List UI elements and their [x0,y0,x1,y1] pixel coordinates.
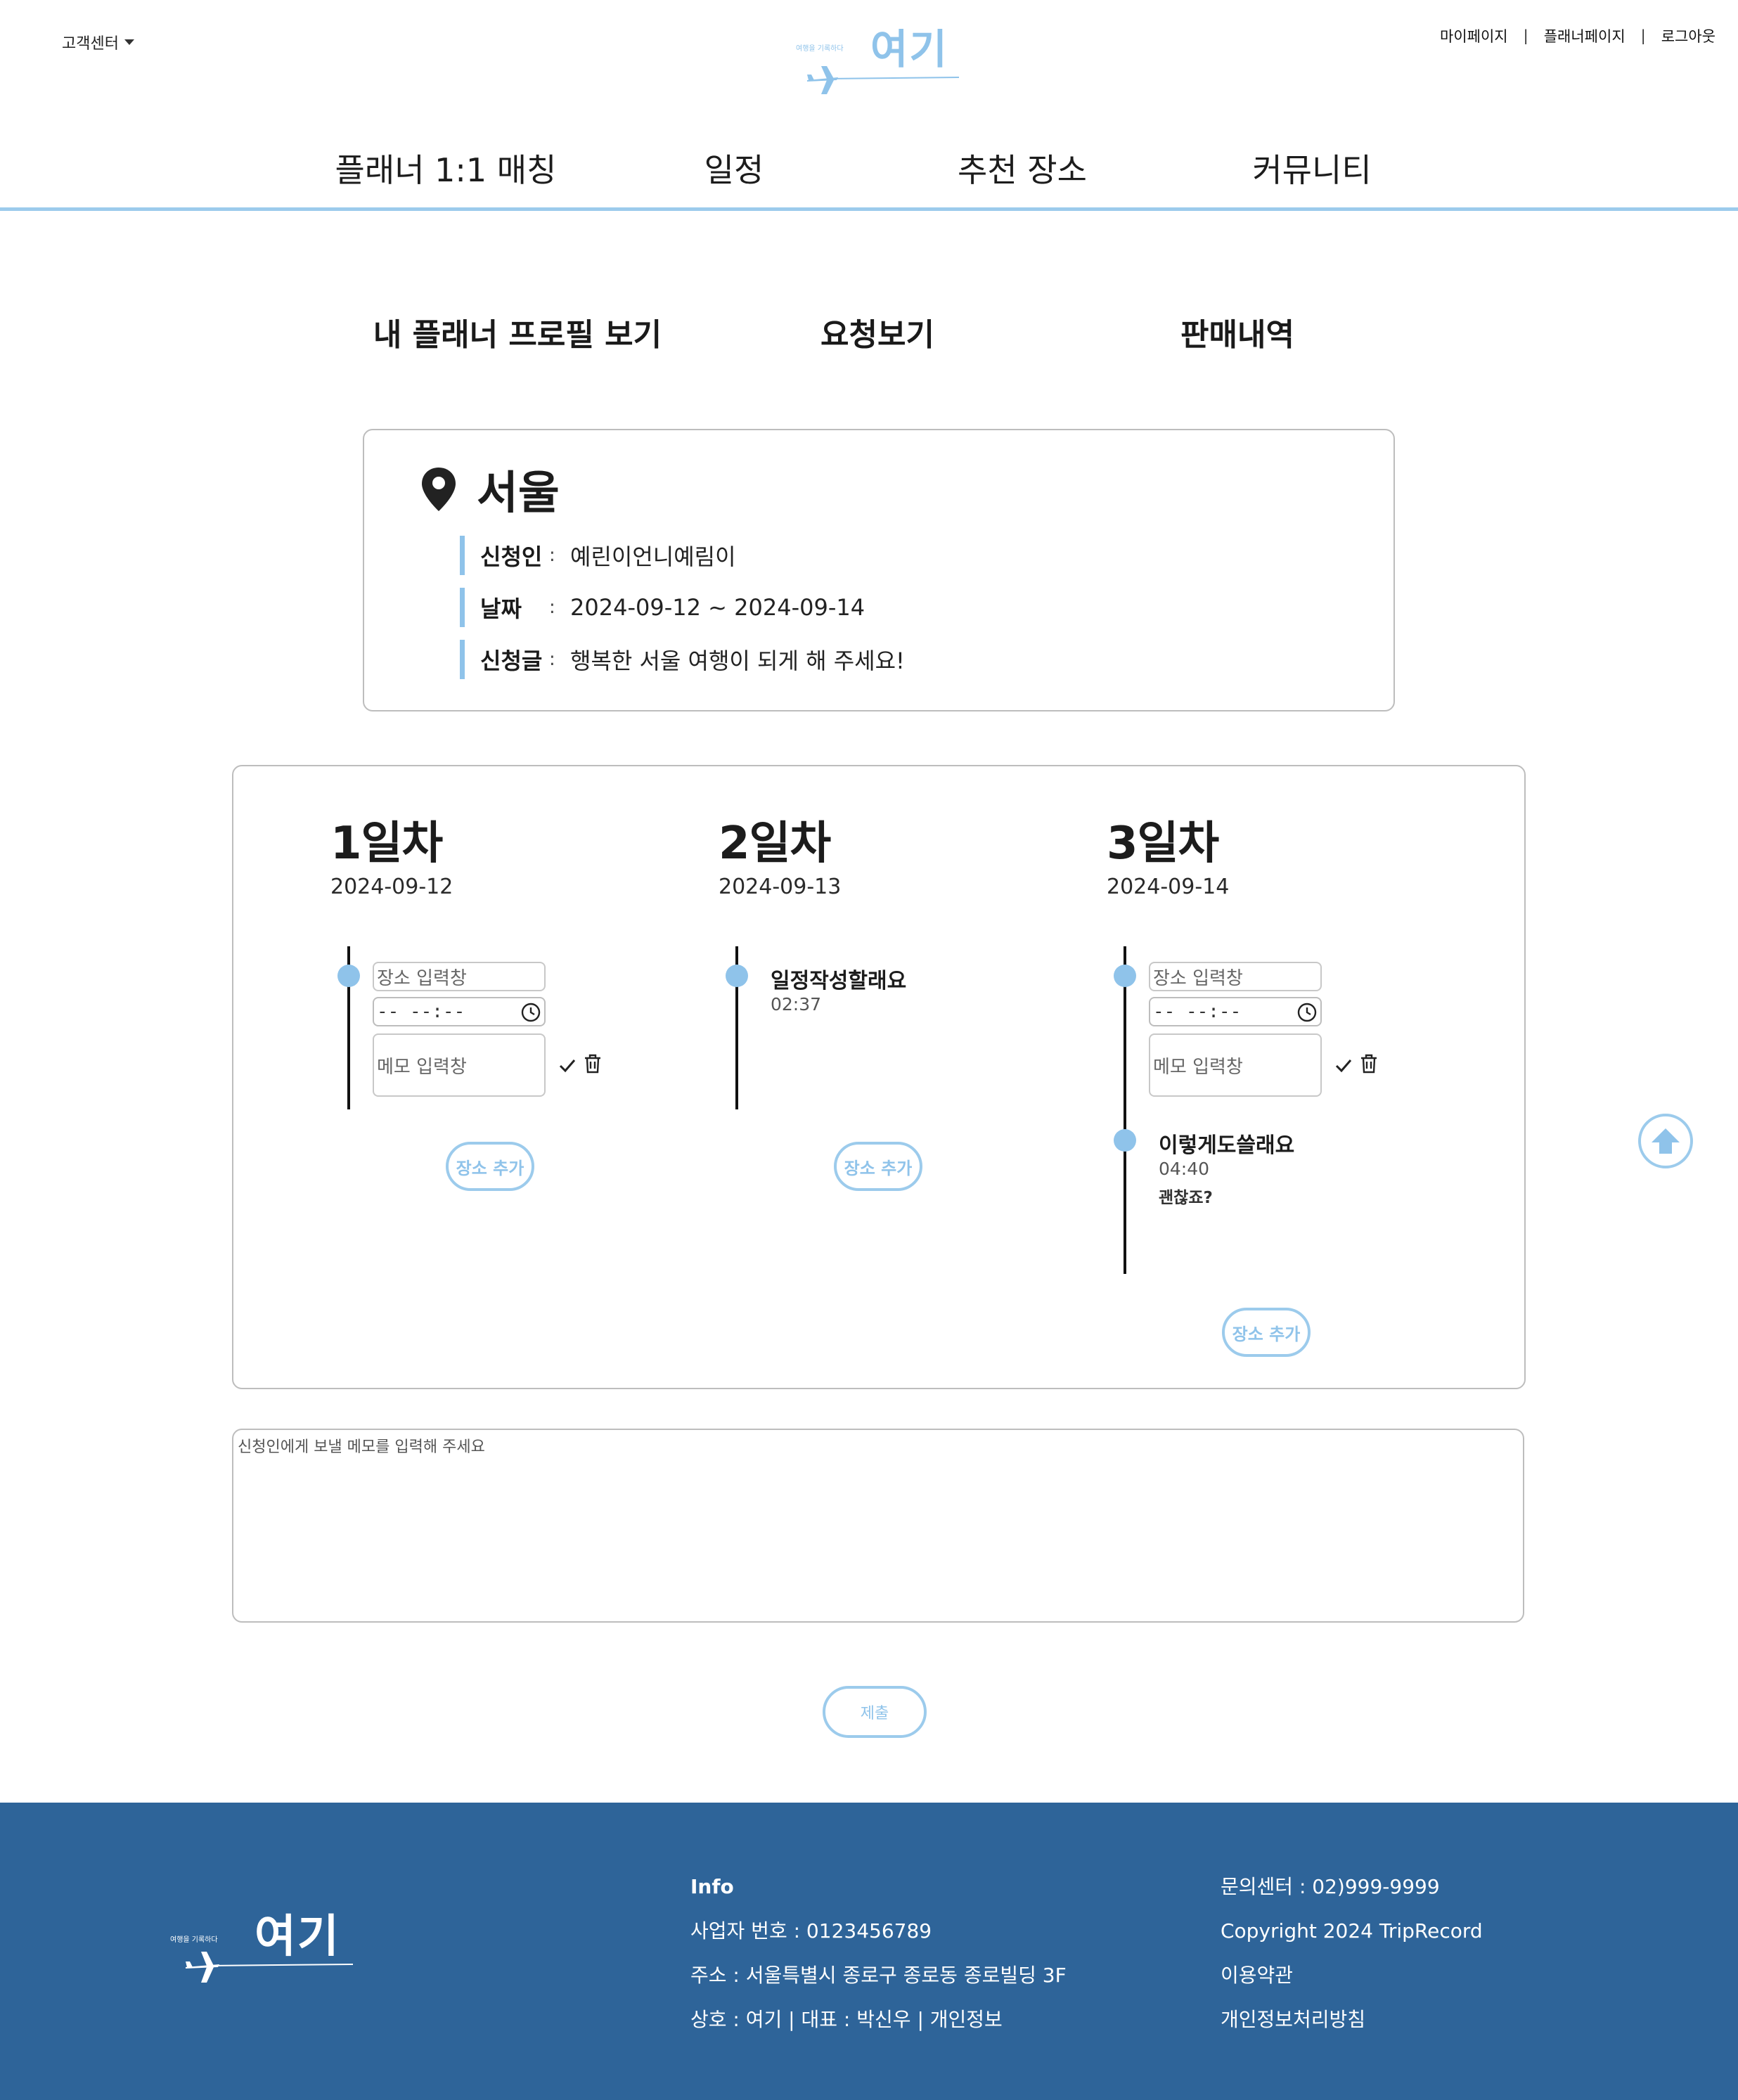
nav-planner-matching[interactable]: 플래너 1:1 매칭 [335,145,557,191]
day-date: 2024-09-12 [330,875,453,899]
timeline-dot [1114,965,1136,987]
arrow-up-icon [1652,1128,1680,1154]
logo-tagline: 여행을 기록하다 [796,44,844,53]
trash-icon[interactable] [1358,1053,1379,1074]
caret-down-icon [124,39,134,45]
request-title: 서울 [420,457,560,522]
subnav-my-planner-profile[interactable]: 내 플래너 프로필 보기 [373,309,662,354]
mypage-link[interactable]: 마이페이지 [1440,25,1508,46]
logo-text: 여기 [870,25,948,73]
nav-schedule[interactable]: 일정 [704,145,764,191]
time-input[interactable]: -- --:-- [373,997,546,1026]
memo-to-applicant-textarea[interactable] [232,1429,1524,1623]
timeline-dot [1114,1129,1136,1152]
request-row-applicant: 신청인 : 예린이언니예림이 [460,536,905,575]
subnav-view-requests[interactable]: 요청보기 [820,309,934,354]
entry-time: 04:40 [1159,1159,1210,1179]
footer-terms-link[interactable]: 이용약관 [1221,1961,1483,2006]
site-logo[interactable]: 여행을 기록하다 여기 [793,24,962,101]
applicant-value: 예린이언니예림이 [570,543,736,570]
footer: 여행을 기록하다 여기 Info 사업자 번호 : 0123456789 주소 … [0,1803,1738,2100]
add-place-button[interactable]: 장소 추가 [1222,1308,1311,1357]
logout-link[interactable]: 로그아웃 [1661,25,1716,46]
footer-logo-text: 여기 [255,1911,340,1963]
time-placeholder: -- --:-- [377,1001,465,1022]
time-placeholder: -- --:-- [1153,1001,1242,1022]
place-input[interactable]: 장소 입력창 [373,962,546,991]
planner-page-link[interactable]: 플래너페이지 [1544,25,1626,46]
submit-button[interactable]: 제출 [823,1686,927,1738]
day-column-3: 3일차 2024-09-14 장소 입력창 -- --:-- 메모 입력창 이렇… [1107,807,1430,1357]
footer-logo: 여행을 기록하다 여기 [169,1900,359,1991]
check-icon[interactable] [557,1055,578,1076]
main-navigation: 플래너 1:1 매칭 일정 추천 장소 커뮤니티 [0,138,1738,211]
message-label: 신청글 [480,648,543,674]
timeline-dot [726,965,748,987]
customer-center-dropdown[interactable]: 고객센터 [62,31,134,53]
day-column-2: 2일차 2024-09-13 일정작성할래요 02:37 장소 추가 [719,807,1042,1191]
location-pin-icon [422,468,456,511]
entry-title: 일정작성할래요 [771,969,907,993]
request-city: 서울 [477,468,560,520]
nav-recommended-places[interactable]: 추천 장소 [958,145,1087,191]
footer-company: 상호 : 여기 | 대표 : 박신우 | 개인정보 [690,2008,1003,2031]
footer-business-number: 사업자 번호 : 0123456789 [690,1919,932,1943]
day-title: 2일차 [719,818,831,870]
date-value: 2024-09-12 ~ 2024-09-14 [570,594,865,621]
day-title: 3일차 [1107,818,1219,870]
customer-center-label: 고객센터 [62,35,119,53]
airplane-icon: 여행을 기록하다 여기 [796,25,960,94]
entry-title: 이렇게도쓸래요 [1159,1133,1295,1158]
utility-links: 마이페이지 | 플래너페이지 | 로그아웃 [1440,25,1716,46]
memo-input[interactable]: 메모 입력창 [373,1033,546,1097]
place-input[interactable]: 장소 입력창 [1149,962,1322,991]
message-value: 행복한 서울 여행이 되게 해 주세요! [570,648,905,674]
separator: | [1640,27,1646,44]
entry-memo: 괜찮죠? [1159,1189,1213,1207]
schedule-card: 1일차 2024-09-12 장소 입력창 -- --:-- 메모 입력창 장소… [232,765,1526,1389]
footer-info-heading: Info [690,1875,734,1898]
timeline-dot [337,965,360,987]
day-date: 2024-09-14 [1107,875,1230,899]
request-row-message: 신청글 : 행복한 서울 여행이 되게 해 주세요! [460,640,905,679]
top-bar: 고객센터 여행을 기록하다 여기 마이페이지 | 플래너페이지 | 로그아웃 [0,0,1738,112]
timeline-line [1124,946,1126,1274]
request-details: 신청인 : 예린이언니예림이 날짜 : 2024-09-12 ~ 2024-09… [460,536,905,692]
day-column-1: 1일차 2024-09-12 장소 입력창 -- --:-- 메모 입력창 장소… [330,807,654,1191]
nav-community[interactable]: 커뮤니티 [1252,145,1371,191]
footer-info: Info 사업자 번호 : 0123456789 주소 : 서울특별시 종로구 … [690,1873,1067,2050]
colon: : [549,597,555,618]
day-date: 2024-09-13 [719,875,842,899]
day-title: 1일차 [330,818,443,870]
airplane-icon: 여행을 기록하다 여기 [170,1911,354,1983]
footer-privacy-link[interactable]: 개인정보처리방침 [1221,2006,1483,2050]
add-place-button[interactable]: 장소 추가 [446,1142,534,1191]
colon: : [549,545,555,566]
clock-icon[interactable] [1296,1002,1318,1023]
add-place-button[interactable]: 장소 추가 [834,1142,922,1191]
entry-time: 02:37 [771,994,822,1014]
scroll-to-top-button[interactable] [1638,1114,1693,1168]
memo-input[interactable]: 메모 입력창 [1149,1033,1322,1097]
footer-copyright: Copyright 2024 TripRecord [1221,1919,1483,1943]
footer-address: 주소 : 서울특별시 종로구 종로동 종로빌딩 3F [690,1964,1067,1987]
subnav-sales-history[interactable]: 판매내역 [1180,309,1294,354]
check-icon[interactable] [1333,1055,1354,1076]
time-input[interactable]: -- --:-- [1149,997,1322,1026]
separator: | [1523,27,1528,44]
footer-logo-tagline: 여행을 기록하다 [170,1935,218,1944]
request-row-date: 날짜 : 2024-09-12 ~ 2024-09-14 [460,588,905,627]
date-label: 날짜 [480,595,522,622]
request-card: 서울 신청인 : 예린이언니예림이 날짜 : 2024-09-12 ~ 2024… [363,429,1395,711]
trash-icon[interactable] [582,1053,603,1074]
footer-help-center: 문의센터 : 02)999-9999 [1221,1875,1440,1898]
applicant-label: 신청인 [480,543,543,570]
colon: : [549,649,555,670]
clock-icon[interactable] [520,1002,541,1023]
footer-contact: 문의센터 : 02)999-9999 Copyright 2024 TripRe… [1221,1873,1483,2050]
